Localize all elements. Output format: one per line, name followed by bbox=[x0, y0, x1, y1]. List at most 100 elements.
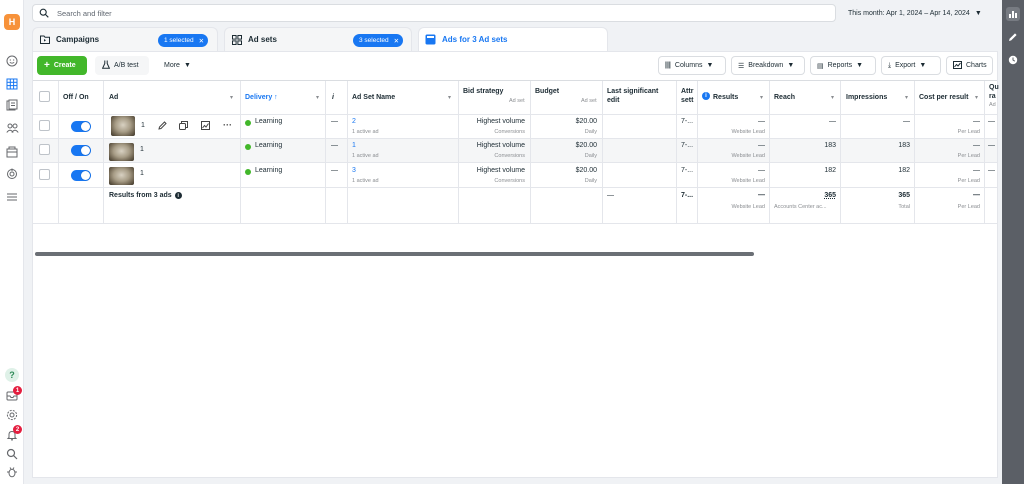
ad-toggle[interactable] bbox=[71, 170, 91, 181]
header-attribution[interactable]: Attr sett bbox=[681, 87, 693, 105]
account-avatar[interactable]: H bbox=[4, 14, 20, 30]
header-off-on[interactable]: Off / On bbox=[63, 93, 89, 102]
search-nav-icon[interactable] bbox=[5, 447, 19, 461]
header-results[interactable]: Results bbox=[713, 93, 738, 102]
ad-set-link[interactable]: 1 bbox=[352, 142, 356, 149]
horizontal-scrollbar[interactable] bbox=[35, 252, 754, 256]
delivery-status: Learning bbox=[255, 118, 283, 125]
ad-name[interactable]: 1 bbox=[141, 122, 145, 129]
attribution: 7-... bbox=[681, 118, 694, 125]
sort-caret-icon[interactable]: ▾ bbox=[230, 94, 233, 101]
smiley-icon[interactable] bbox=[5, 54, 19, 68]
clear-selection-icon[interactable]: ✕ bbox=[199, 37, 204, 45]
breakdown-button[interactable]: ☰ Breakdown ▼ bbox=[731, 56, 805, 75]
quality: — bbox=[988, 118, 995, 125]
row-divider bbox=[33, 162, 997, 163]
summary-reach[interactable]: 365 bbox=[774, 192, 836, 199]
info-icon[interactable]: i bbox=[702, 92, 710, 100]
ab-test-label: A/B test bbox=[114, 62, 139, 69]
insights-chart-icon[interactable] bbox=[201, 121, 210, 132]
row-checkbox[interactable] bbox=[39, 144, 50, 155]
columns-button[interactable]: ||| Columns ▼ bbox=[658, 56, 726, 75]
column-divider bbox=[58, 81, 59, 224]
search-placeholder: Search and filter bbox=[57, 8, 112, 18]
inbox-icon[interactable]: 1 bbox=[5, 386, 22, 403]
header-ad-set-name[interactable]: Ad Set Name bbox=[352, 93, 395, 102]
header-impressions[interactable]: Impressions bbox=[846, 93, 887, 102]
ad-sets-selected-pill[interactable]: 3 selected ✕ bbox=[353, 34, 404, 47]
history-clock-icon[interactable] bbox=[1006, 53, 1020, 67]
edit-pencil-icon[interactable] bbox=[158, 121, 167, 132]
billing-icon[interactable] bbox=[5, 145, 19, 159]
header-cost-per-result[interactable]: Cost per result bbox=[919, 93, 968, 102]
bell-icon[interactable]: 2 bbox=[5, 425, 22, 442]
audiences-icon[interactable] bbox=[5, 121, 19, 135]
ad-name[interactable]: 1 bbox=[140, 146, 144, 153]
header-quality-line1: Qu bbox=[989, 84, 999, 91]
more-button[interactable]: More ▼ bbox=[157, 56, 197, 75]
ad-set-link[interactable]: 3 bbox=[352, 167, 356, 174]
settings-gear-icon[interactable] bbox=[5, 408, 19, 422]
download-icon: ⤓ bbox=[888, 61, 892, 69]
summary-label-text: Results from 3 ads bbox=[109, 192, 172, 199]
quality: — bbox=[988, 142, 995, 149]
ad-name[interactable]: 1 bbox=[140, 170, 144, 177]
sort-caret-icon[interactable]: ▾ bbox=[831, 94, 834, 101]
ad-set-sub: 1 active ad bbox=[352, 178, 379, 184]
column-divider bbox=[914, 81, 915, 224]
more-options-icon[interactable]: ··· bbox=[223, 120, 232, 130]
header-delivery[interactable]: Delivery ↑ bbox=[245, 93, 278, 102]
sort-caret-icon[interactable]: ▾ bbox=[316, 94, 319, 101]
campaigns-selected-pill[interactable]: 1 selected ✕ bbox=[158, 34, 209, 47]
sort-caret-icon[interactable]: ▾ bbox=[905, 94, 908, 101]
tab-ads[interactable]: Ads for 3 Ad sets bbox=[418, 27, 608, 51]
create-button[interactable]: + Create bbox=[37, 56, 87, 75]
ad-thumbnail[interactable] bbox=[109, 143, 134, 161]
export-button[interactable]: ⤓ Export ▼ bbox=[881, 56, 941, 75]
help-icon[interactable]: ? bbox=[5, 368, 19, 382]
reports-button[interactable]: ▤ Reports ▼ bbox=[810, 56, 876, 75]
main-area: Search and filter This month: Apr 1, 202… bbox=[32, 0, 999, 478]
table-icon[interactable] bbox=[5, 77, 19, 91]
column-divider bbox=[840, 81, 841, 224]
header-info[interactable]: i bbox=[332, 93, 334, 102]
info-icon[interactable]: i bbox=[174, 192, 182, 199]
ad-toggle[interactable] bbox=[71, 121, 91, 132]
header-bid-strategy[interactable]: Bid strategy bbox=[463, 87, 503, 96]
summary-last-edit: — bbox=[607, 192, 614, 199]
search-filter-bar[interactable]: Search and filter bbox=[32, 4, 836, 22]
date-range-picker[interactable]: This month: Apr 1, 2024 – Apr 14, 2024 ▼ bbox=[844, 4, 998, 22]
delivery-status: Learning bbox=[255, 167, 283, 174]
tab-ad-sets-label: Ad sets bbox=[248, 35, 277, 44]
menu-icon[interactable] bbox=[5, 190, 19, 204]
results: — bbox=[758, 142, 765, 149]
sort-caret-icon[interactable]: ▾ bbox=[448, 94, 451, 101]
ad-set-sub: 1 active ad bbox=[352, 129, 379, 135]
bug-icon[interactable] bbox=[5, 465, 19, 479]
ad-set-link[interactable]: 2 bbox=[352, 118, 356, 125]
header-quality[interactable]: Qu ra Ad bbox=[989, 83, 999, 110]
events-icon[interactable] bbox=[5, 167, 19, 181]
ad-thumbnail[interactable] bbox=[109, 167, 134, 185]
tab-campaigns[interactable]: Campaigns 1 selected ✕ bbox=[32, 27, 218, 51]
ad-thumbnail[interactable] bbox=[111, 116, 135, 136]
sort-caret-icon[interactable]: ▾ bbox=[975, 94, 978, 101]
charts-button[interactable]: Charts bbox=[946, 56, 993, 75]
pages-icon[interactable] bbox=[5, 98, 19, 112]
ad-toggle[interactable] bbox=[71, 145, 91, 156]
header-last-edit[interactable]: Last significant edit bbox=[607, 87, 658, 105]
toolbar: + Create A/B test More ▼ ||| Columns ▼ ☰… bbox=[37, 56, 993, 76]
row-checkbox[interactable] bbox=[39, 169, 50, 180]
sort-caret-icon[interactable]: ▾ bbox=[760, 94, 763, 101]
clear-selection-icon[interactable]: ✕ bbox=[394, 37, 399, 45]
select-all-checkbox[interactable] bbox=[39, 91, 50, 102]
header-budget[interactable]: Budget bbox=[535, 87, 559, 96]
header-ad[interactable]: Ad bbox=[109, 93, 118, 102]
row-checkbox[interactable] bbox=[39, 120, 50, 131]
duplicate-icon[interactable] bbox=[179, 121, 188, 132]
ab-test-button[interactable]: A/B test bbox=[95, 56, 149, 75]
tab-ad-sets[interactable]: Ad sets 3 selected ✕ bbox=[224, 27, 412, 51]
bar-chart-icon[interactable] bbox=[1006, 7, 1020, 21]
header-reach[interactable]: Reach bbox=[774, 93, 795, 102]
pencil-icon[interactable] bbox=[1006, 30, 1020, 44]
